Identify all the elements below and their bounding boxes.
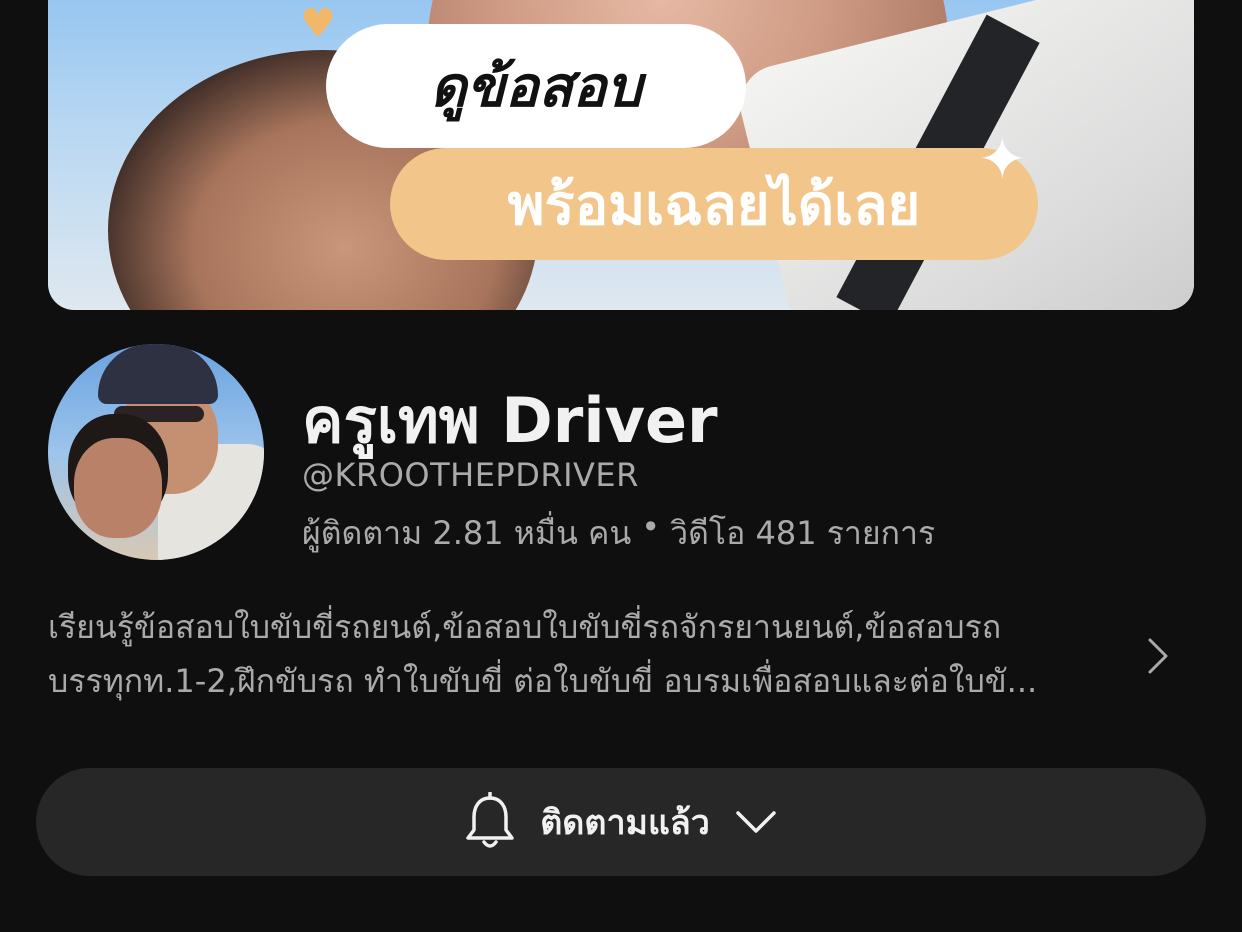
stats-separator: •	[641, 508, 661, 546]
video-count: วิดีโอ 481 รายการ	[670, 514, 936, 552]
banner-headline: ดูข้อสอบ	[430, 54, 642, 120]
channel-stats: ผู้ติดตาม 2.81 หมื่น คน • วิดีโอ 481 ราย…	[302, 508, 935, 559]
subscriber-count: ผู้ติดตาม 2.81 หมื่น คน	[302, 514, 632, 552]
channel-avatar[interactable]	[48, 344, 264, 560]
channel-banner[interactable]: ♥ ดูข้อสอบ พร้อมเฉลยได้เลย ✦	[48, 0, 1194, 310]
channel-page: ♥ ดูข้อสอบ พร้อมเฉลยได้เลย ✦ ครูเทพ Driv…	[0, 0, 1242, 932]
avatar-cap	[98, 344, 218, 404]
banner-headline-bubble: ดูข้อสอบ	[326, 24, 746, 148]
channel-description[interactable]: เรียนรู้ข้อสอบใบขับขี่รถยนต์,ข้อสอบใบขับ…	[48, 600, 1118, 708]
heart-icon: ♥	[300, 1, 336, 47]
banner-subheadline: พร้อมเฉลยได้เลย	[507, 172, 921, 238]
channel-handle: @KROOTHEPDRIVER	[302, 456, 639, 494]
bell-icon	[466, 792, 514, 848]
sparkle-icon: ✦	[978, 125, 1027, 193]
description-line-2: บรรทุกท.1-2,ฝึกขับรถ ทำใบขับขี่ ต่อใบขับ…	[48, 662, 1038, 700]
description-line-1: เรียนรู้ข้อสอบใบขับขี่รถยนต์,ข้อสอบใบขับ…	[48, 608, 1002, 646]
subscribed-label: ติดตามแล้ว	[540, 803, 710, 843]
chevron-down-icon	[736, 811, 776, 833]
avatar-glasses	[114, 406, 204, 422]
banner-subheadline-bubble: พร้อมเฉลยได้เลย	[390, 148, 1038, 260]
chevron-right-icon[interactable]	[1142, 636, 1174, 676]
subscribed-button[interactable]: ติดตามแล้ว	[36, 768, 1206, 876]
avatar-child-face	[74, 438, 162, 538]
